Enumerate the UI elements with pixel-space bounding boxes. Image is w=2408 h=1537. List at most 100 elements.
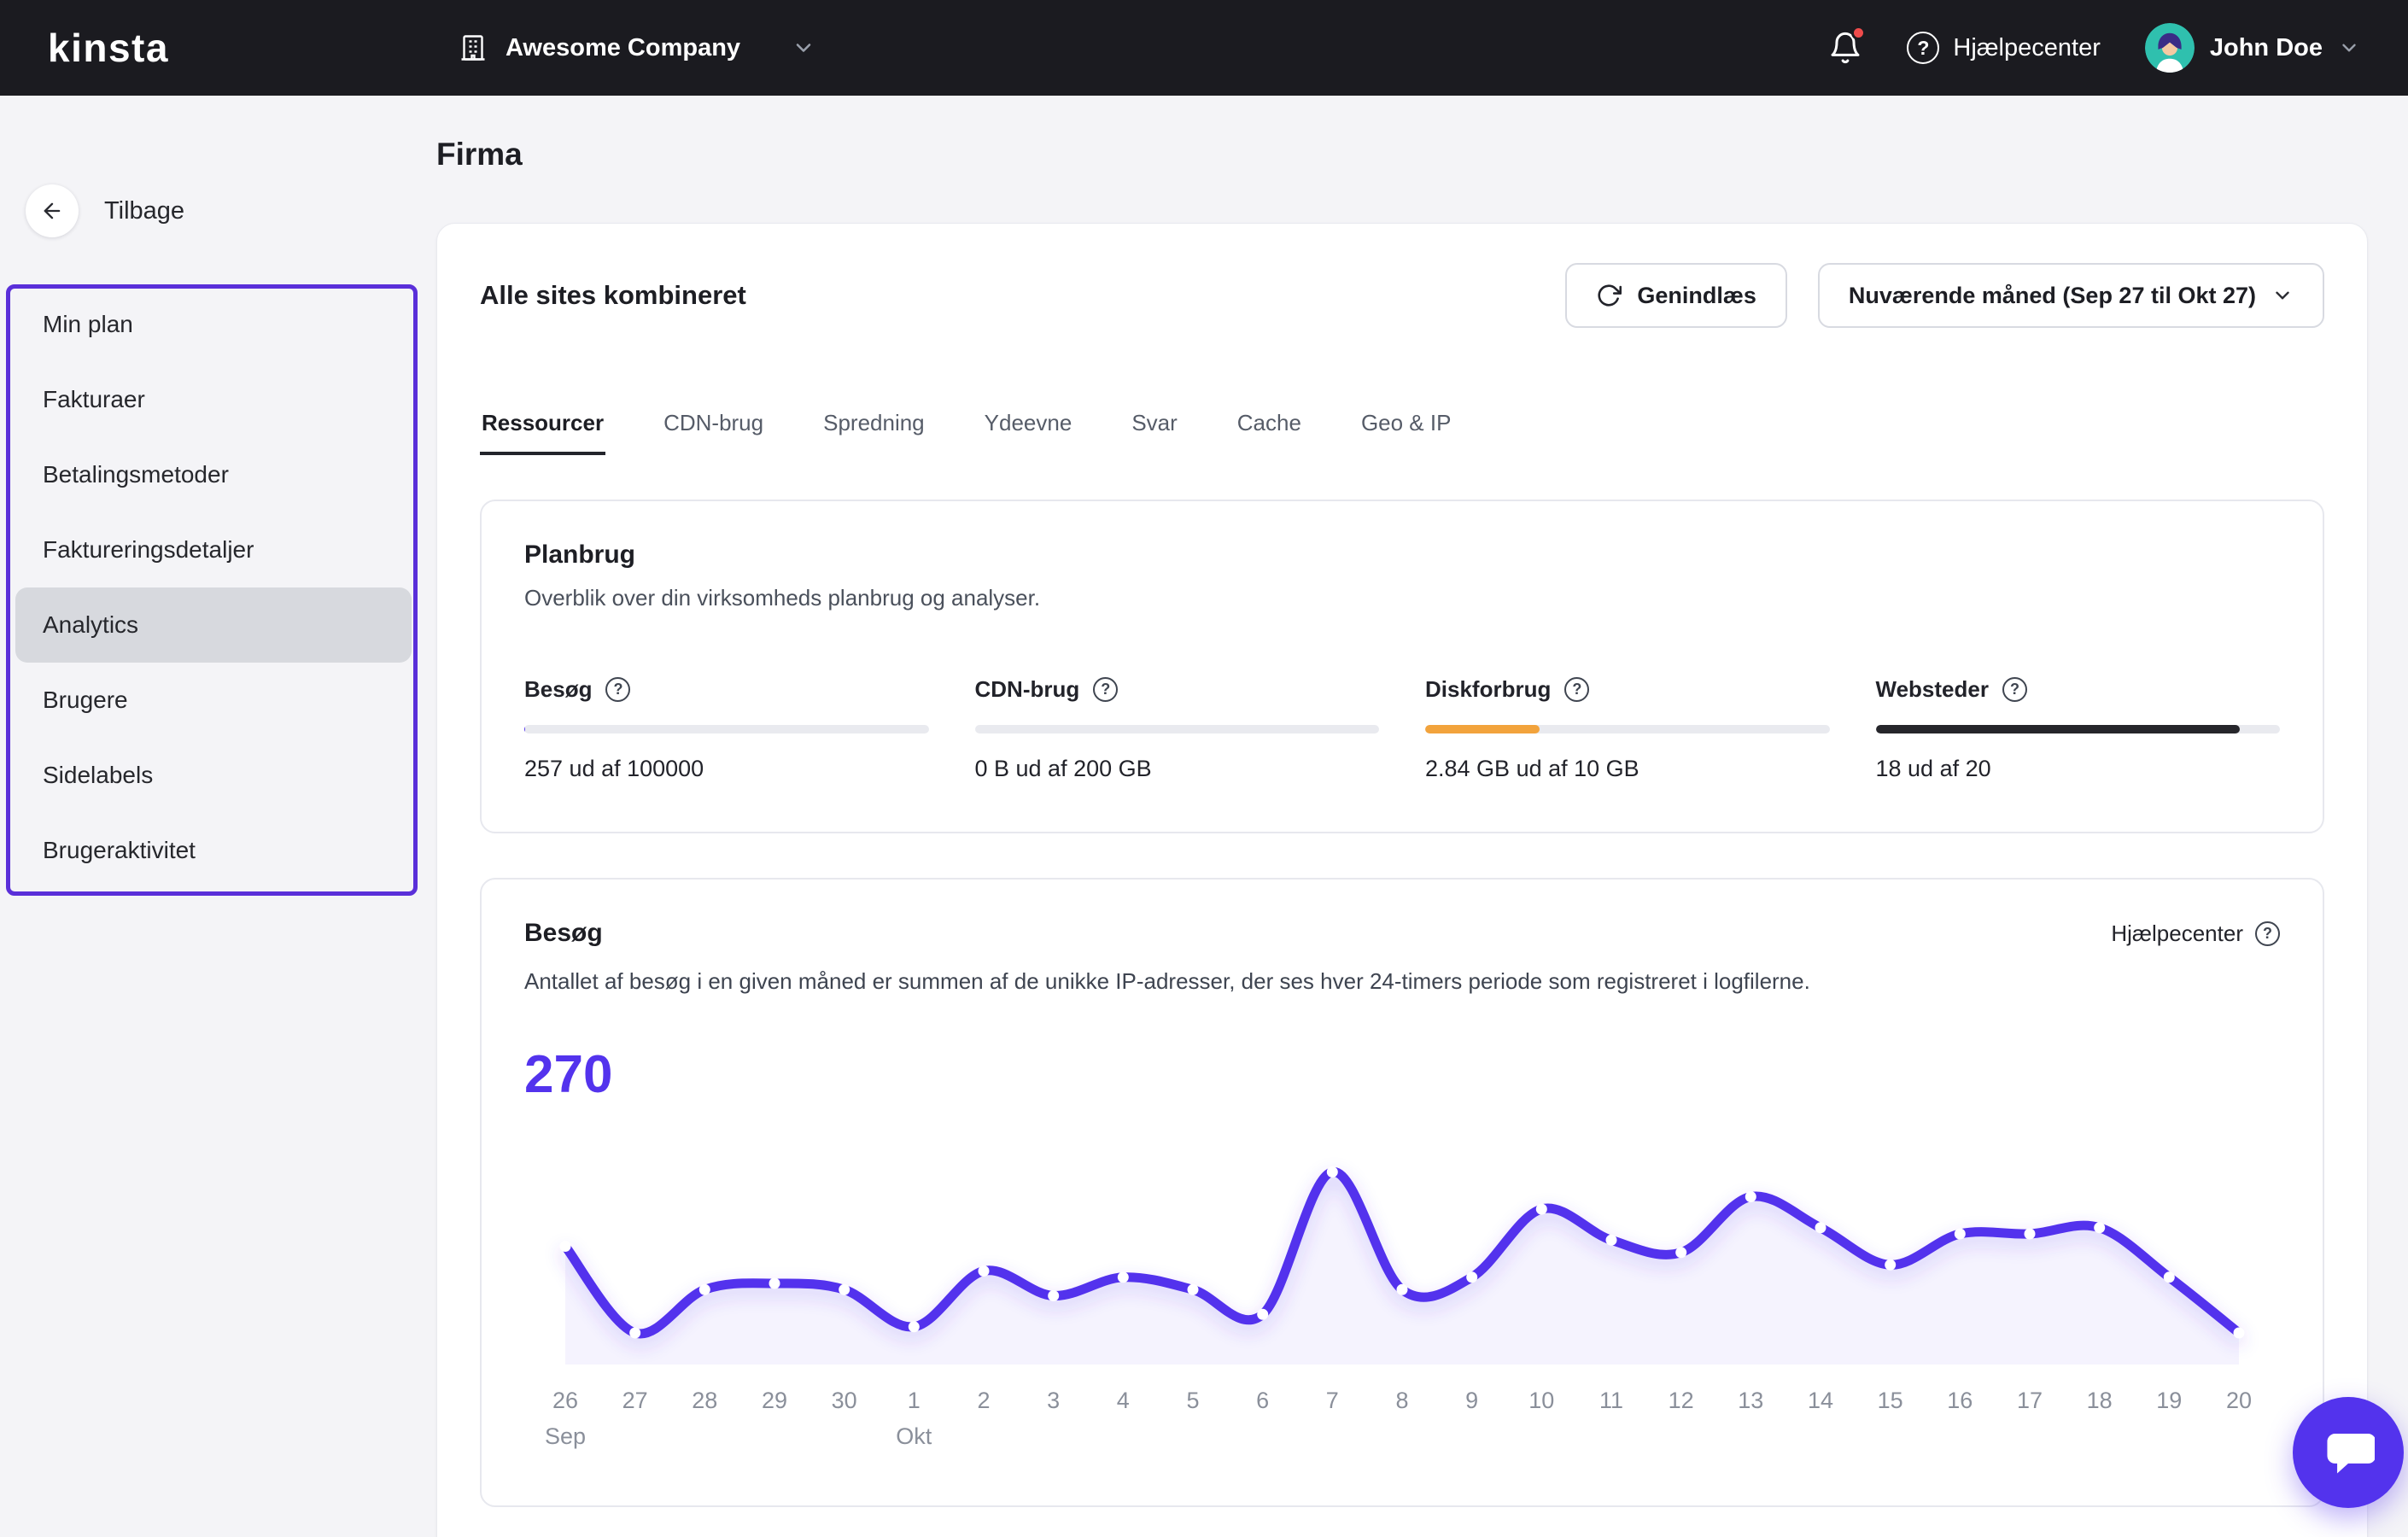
plan-usage-metrics: Besøg 257 ud af 100000 CDN-brug 0 B ud a… <box>524 676 2280 782</box>
analytics-card: Alle sites kombineret Genindlæs Nuværend… <box>436 223 2368 1537</box>
section-title: Alle sites kombineret <box>480 280 746 310</box>
metric-progress-track <box>1425 725 1830 733</box>
plan-usage-title: Planbrug <box>524 541 636 569</box>
chevron-down-icon <box>2276 291 2289 300</box>
visits-total: 270 <box>524 1045 613 1104</box>
x-tick: 13 <box>1738 1388 1764 1413</box>
data-point <box>1535 1203 1547 1215</box>
data-point <box>908 1321 920 1333</box>
visits-description: Antallet af besøg i en given måned er su… <box>524 968 1810 994</box>
x-tick: 8 <box>1395 1388 1409 1413</box>
metric-progress-fill <box>1425 725 1540 733</box>
help-center-button[interactable]: Hjælpecenter <box>1907 32 2101 64</box>
tab-svar[interactable]: Svar <box>1130 410 1178 455</box>
refresh-icon <box>1598 284 1622 307</box>
kinsta-logo[interactable]: Kinsta <box>48 25 169 71</box>
metric-label-row: Websteder <box>1876 676 2281 703</box>
x-tick: 30 <box>831 1388 857 1413</box>
data-point <box>769 1277 780 1289</box>
sidebar-item-faktureringsdetaljer[interactable]: Faktureringsdetaljer <box>15 512 412 587</box>
x-tick: 14 <box>1807 1388 1834 1413</box>
data-point <box>2233 1327 2245 1339</box>
metric-label: Websteder <box>1875 676 1989 702</box>
company-selector[interactable]: Awesome Company <box>458 32 815 63</box>
info-icon[interactable] <box>1093 677 1119 702</box>
metric-label: Besøg <box>524 676 593 702</box>
info-icon[interactable] <box>605 677 631 702</box>
metric-cdn-brug: CDN-brug 0 B ud af 200 GB <box>974 676 1379 782</box>
visits-chart-wrap: 26 27 28 29 30 1 2 3 4 5 6 7 8 9 10 11 12 13 14 15 16 17 18 19 2… <box>524 1144 2280 1456</box>
chart-x-labels: 26 27 28 29 30 1 2 3 4 5 6 7 8 9 10 11 12 13 14 15 16 17 18 19 2… <box>524 1388 2280 1420</box>
sidebar-item-brugere[interactable]: Brugere <box>15 663 412 738</box>
chat-button[interactable] <box>2293 1397 2404 1508</box>
data-point <box>1326 1166 1338 1178</box>
back-label: Tilbage <box>104 196 185 225</box>
sidebar-item-brugeraktivitet[interactable]: Brugeraktivitet <box>15 813 412 888</box>
data-point <box>629 1327 641 1339</box>
x-tick: 18 <box>2086 1388 2113 1413</box>
metric-progress-track <box>1875 725 2280 733</box>
reload-button[interactable]: Genindlæs <box>1565 263 1787 328</box>
x-group-label: Okt <box>896 1423 932 1449</box>
metric-value: 0 B ud af 200 GB <box>974 756 1152 781</box>
reload-label: Genindlæs <box>1637 282 1756 308</box>
x-tick: 28 <box>692 1388 718 1413</box>
metric-value: 18 ud af 20 <box>1875 756 1991 781</box>
data-point <box>2163 1271 2175 1283</box>
data-point <box>1257 1308 1269 1320</box>
building-icon <box>461 35 485 61</box>
data-point <box>978 1265 990 1277</box>
x-tick: 15 <box>1877 1388 1903 1413</box>
metric-progress-track <box>974 725 1379 733</box>
sidebar-item-sidelabels[interactable]: Sidelabels <box>15 738 412 813</box>
data-point <box>559 1241 571 1252</box>
tab-geo-ip[interactable]: Geo & IP <box>1359 410 1453 455</box>
tab-spredning[interactable]: Spredning <box>821 410 926 455</box>
info-icon[interactable] <box>2002 677 2027 702</box>
notifications-button[interactable] <box>1828 26 1867 65</box>
tab-cache[interactable]: Cache <box>1236 410 1303 455</box>
x-tick: 2 <box>977 1388 991 1413</box>
metric-progress-fill <box>524 725 526 733</box>
metric-diskforbrug: Diskforbrug 2.84 GB ud af 10 GB <box>1425 676 1830 782</box>
tab-cdn-brug[interactable]: CDN-brug <box>662 410 765 455</box>
x-tick: 6 <box>1256 1388 1270 1413</box>
x-tick: 12 <box>1668 1388 1694 1413</box>
sidebar-item-min-plan[interactable]: Min plan <box>15 287 412 362</box>
page-title: Firma <box>436 137 523 172</box>
topbar: Kinsta Awesome Company Hjælpecenter <box>0 0 2408 96</box>
info-icon[interactable] <box>1564 677 1590 702</box>
tab-ressourcer[interactable]: Ressourcer <box>480 410 606 455</box>
visits-chart <box>524 1144 2280 1369</box>
metric-label: Diskforbrug <box>1425 676 1552 702</box>
sidebar-item-betalingsmetoder[interactable]: Betalingsmetoder <box>15 437 412 512</box>
arrow-left-icon <box>44 202 61 219</box>
metric-websteder: Websteder 18 ud af 20 <box>1875 676 2281 782</box>
metric-value: 2.84 GB ud af 10 GB <box>1425 756 1639 781</box>
user-menu[interactable]: John Doe <box>2144 23 2360 73</box>
help-center-label: Hjælpecenter <box>1953 33 2101 61</box>
metric-value: 257 ud af 100000 <box>524 756 704 781</box>
metric-label-row: Besøg <box>524 676 929 703</box>
visits-help-link[interactable]: Hjælpecenter <box>2111 920 2280 947</box>
sidebar-item-analytics[interactable]: Analytics <box>15 587 412 663</box>
sidebar-item-fakturaer[interactable]: Fakturaer <box>15 362 412 437</box>
x-tick: 4 <box>1116 1388 1130 1413</box>
chart-area <box>565 1172 2239 1365</box>
data-point <box>1396 1283 1408 1295</box>
plan-usage-subtitle: Overblik over din virksomheds planbrug o… <box>524 585 1041 611</box>
period-dropdown[interactable]: Nuværende måned (Sep 27 til Okt 27) <box>1817 263 2324 328</box>
header-actions: Genindlæs Nuværende måned (Sep 27 til Ok… <box>1565 263 2324 328</box>
x-tick: 11 <box>1599 1388 1624 1413</box>
x-tick: 7 <box>1325 1388 1339 1413</box>
visits-help-label: Hjælpecenter <box>2111 920 2243 946</box>
x-group-label: Sep <box>544 1423 587 1449</box>
tab-ydeevne[interactable]: Ydeevne <box>983 410 1074 455</box>
back-button[interactable]: Tilbage <box>26 184 184 237</box>
data-point <box>2024 1228 2036 1240</box>
sidebar: Tilbage Min plan Fakturaer Betalingsmetode… <box>0 96 427 1537</box>
period-label: Nuværende måned (Sep 27 til Okt 27) <box>1848 282 2256 308</box>
x-tick: 9 <box>1465 1388 1479 1413</box>
visits-title: Besøg <box>524 919 603 947</box>
back-circle <box>26 184 79 237</box>
